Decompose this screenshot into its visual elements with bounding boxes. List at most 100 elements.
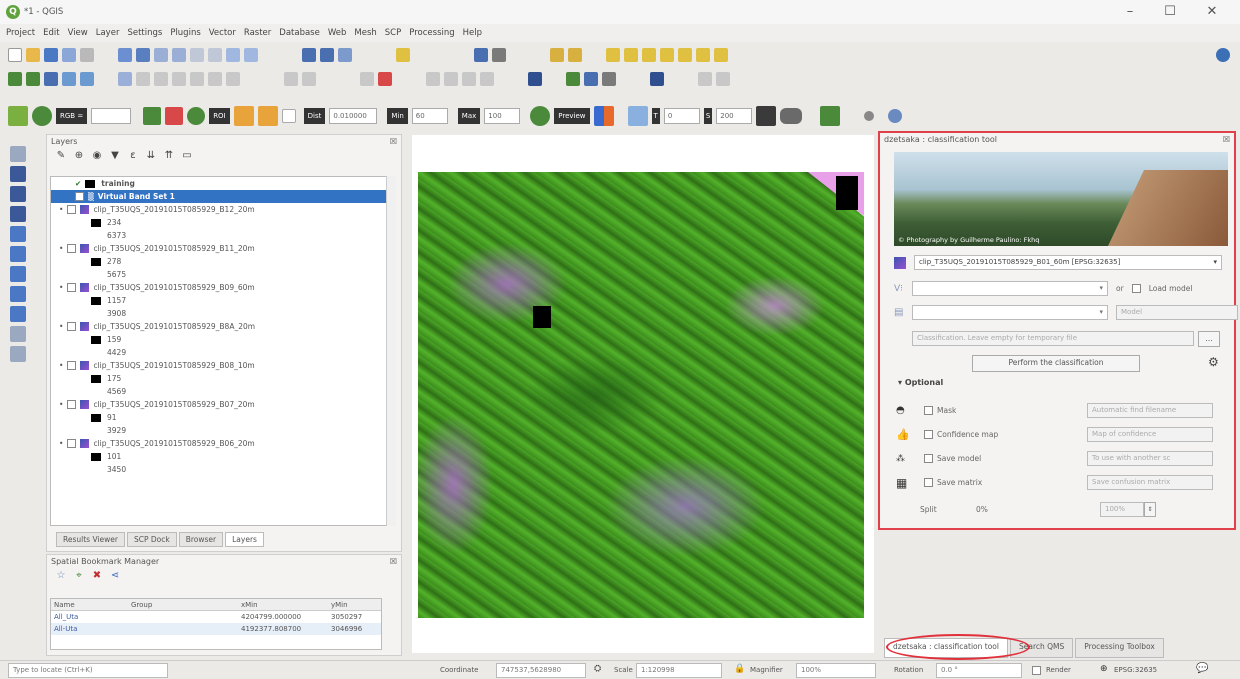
menu-mesh[interactable]: Mesh [354, 28, 376, 38]
refresh-icon[interactable] [302, 48, 316, 62]
tab-results-viewer[interactable]: Results Viewer [56, 532, 125, 547]
min-input[interactable]: 60 [411, 108, 448, 124]
lock-icon[interactable]: 🔒 [734, 664, 745, 674]
layer-row[interactable]: • clip_T35UQS_20191015T085929_B12_20m [51, 203, 395, 216]
menu-settings[interactable]: Settings [127, 28, 162, 38]
print-layout-icon[interactable] [62, 48, 76, 62]
coordinate-field[interactable]: 747537,5628980 [496, 663, 586, 678]
browse-button[interactable]: … [1198, 331, 1220, 347]
roi-button[interactable]: ROI [209, 108, 230, 124]
column-header[interactable]: Group [131, 601, 241, 609]
layer-row[interactable]: • clip_T35UQS_20191015T085929_B11_20m [51, 242, 395, 255]
rotation-field[interactable]: 0.0 ° [936, 663, 1022, 678]
column-header[interactable]: Name [51, 601, 131, 609]
perform-classification-button[interactable]: Perform the classification [972, 355, 1140, 372]
table-row[interactable]: All_Uta 4204799.000000 3050297 [51, 611, 381, 623]
preview-button[interactable]: Preview [554, 108, 590, 124]
menu-help[interactable]: Help [463, 28, 482, 38]
field-select[interactable]: ▾ [912, 305, 1108, 320]
s-input[interactable]: 200 [716, 108, 753, 124]
delete-bookmark-icon[interactable]: ✖ [91, 570, 103, 582]
check-icon[interactable]: ✔ [75, 179, 81, 188]
classification-preview-icon[interactable] [593, 106, 614, 126]
scp-settings-icon[interactable] [820, 106, 841, 126]
zoom-bookmark-icon[interactable]: ⌖ [73, 570, 85, 582]
locator-input[interactable]: Type to locate (Ctrl+K) [8, 663, 168, 678]
magnifier-field[interactable]: 100% [796, 663, 876, 678]
scp-zoom-icon[interactable] [32, 106, 52, 126]
collapse-arrow-icon[interactable]: • [59, 322, 63, 331]
gear-icon[interactable]: ⚙ [1208, 355, 1219, 369]
roi-pointer-icon[interactable] [233, 106, 254, 126]
plugin-icon-7[interactable] [714, 48, 728, 62]
menu-view[interactable]: View [68, 28, 88, 38]
layer-checkbox[interactable] [67, 322, 77, 331]
layout-manager-icon[interactable] [80, 48, 94, 62]
layer-row[interactable]: • clip_T35UQS_20191015T085929_B08_10m [51, 359, 395, 372]
rgb-select[interactable]: RGB = [56, 108, 88, 124]
crs-button[interactable]: EPSG:32635 [1114, 666, 1157, 674]
new-project-icon[interactable] [8, 48, 22, 62]
option-input[interactable]: To use with another sc [1087, 451, 1213, 466]
collapse-arrow-icon[interactable]: • [59, 205, 63, 214]
load-model-checkbox[interactable] [1131, 284, 1141, 293]
add-layer-icon[interactable] [550, 48, 564, 62]
menu-web[interactable]: Web [328, 28, 347, 38]
rgb-a-icon[interactable] [143, 107, 162, 125]
roi-plus-icon[interactable] [257, 106, 278, 126]
filter-icon[interactable]: ▼ [109, 150, 121, 162]
split-tool-icon[interactable] [10, 206, 26, 222]
rgb-value-field[interactable] [91, 108, 132, 124]
plugin-icon-2[interactable] [624, 48, 638, 62]
tab-layers[interactable]: Layers [225, 532, 264, 547]
scp-icon[interactable] [566, 72, 580, 86]
output-file-input[interactable]: Classification. Leave empty for temporar… [912, 331, 1194, 346]
column-header[interactable]: yMin [331, 601, 375, 609]
processing-icon[interactable] [528, 72, 542, 86]
style-icon[interactable]: ✎ [55, 150, 67, 162]
merge-tool-icon[interactable] [10, 286, 26, 302]
layer-checkbox[interactable] [67, 361, 77, 370]
layer-row-selected[interactable]: ▒ Virtual Band Set 1 [51, 190, 395, 203]
digitize-icon[interactable] [80, 72, 94, 86]
attribute-table-icon[interactable] [338, 48, 352, 62]
measure-icon[interactable] [492, 48, 506, 62]
toggle-extents-icon[interactable]: ⛭ [594, 664, 601, 674]
vertex-icon[interactable] [10, 146, 26, 162]
layer-checkbox[interactable] [67, 439, 77, 448]
plugin-icon-4[interactable] [660, 48, 674, 62]
panel-close-icon[interactable]: ☒ [390, 557, 397, 566]
shape-tool-icon[interactable] [10, 186, 26, 202]
panel-close-icon[interactable]: ☒ [390, 137, 397, 146]
zoom-layer-icon[interactable] [208, 48, 222, 62]
remove-layer-icon[interactable]: ▭ [181, 150, 193, 162]
collapse-arrow-icon[interactable]: • [59, 400, 63, 409]
fill-ring-icon[interactable] [10, 306, 26, 322]
offset-tool-icon[interactable] [10, 246, 26, 262]
menu-scp[interactable]: SCP [385, 28, 401, 38]
data-source-icon[interactable] [8, 72, 22, 86]
pan-icon[interactable] [118, 48, 132, 62]
option-input[interactable]: Map of confidence [1087, 427, 1213, 442]
save-model-checkbox[interactable] [924, 454, 933, 463]
pan-to-selection-icon[interactable] [136, 48, 150, 62]
zoom-magnifier-icon[interactable] [584, 72, 598, 86]
layers-scrollbar[interactable] [386, 176, 396, 526]
confidence-checkbox[interactable] [924, 430, 933, 439]
share-bookmark-icon[interactable]: ⋖ [109, 570, 121, 582]
menu-project[interactable]: Project [6, 28, 35, 38]
close-button[interactable]: ✕ [1192, 0, 1232, 24]
scale-field[interactable]: 1:120998 [636, 663, 722, 678]
add-group-icon[interactable]: ⊕ [73, 150, 85, 162]
option-input[interactable]: Automatic find filename [1087, 403, 1213, 418]
column-header[interactable]: xMin [241, 601, 331, 609]
menu-edit[interactable]: Edit [43, 28, 59, 38]
bookmark-icon[interactable] [650, 72, 664, 86]
layer-row[interactable]: • clip_T35UQS_20191015T085929_B06_20m [51, 437, 395, 450]
plugin-icon-6[interactable] [696, 48, 710, 62]
bin-icon[interactable] [756, 106, 777, 126]
optional-section[interactable]: ▾ Optional [898, 378, 943, 387]
add-vector-icon[interactable] [44, 72, 58, 86]
reshape-tool-icon[interactable] [10, 226, 26, 242]
tab-processing-toolbox[interactable]: Processing Toolbox [1075, 638, 1164, 658]
